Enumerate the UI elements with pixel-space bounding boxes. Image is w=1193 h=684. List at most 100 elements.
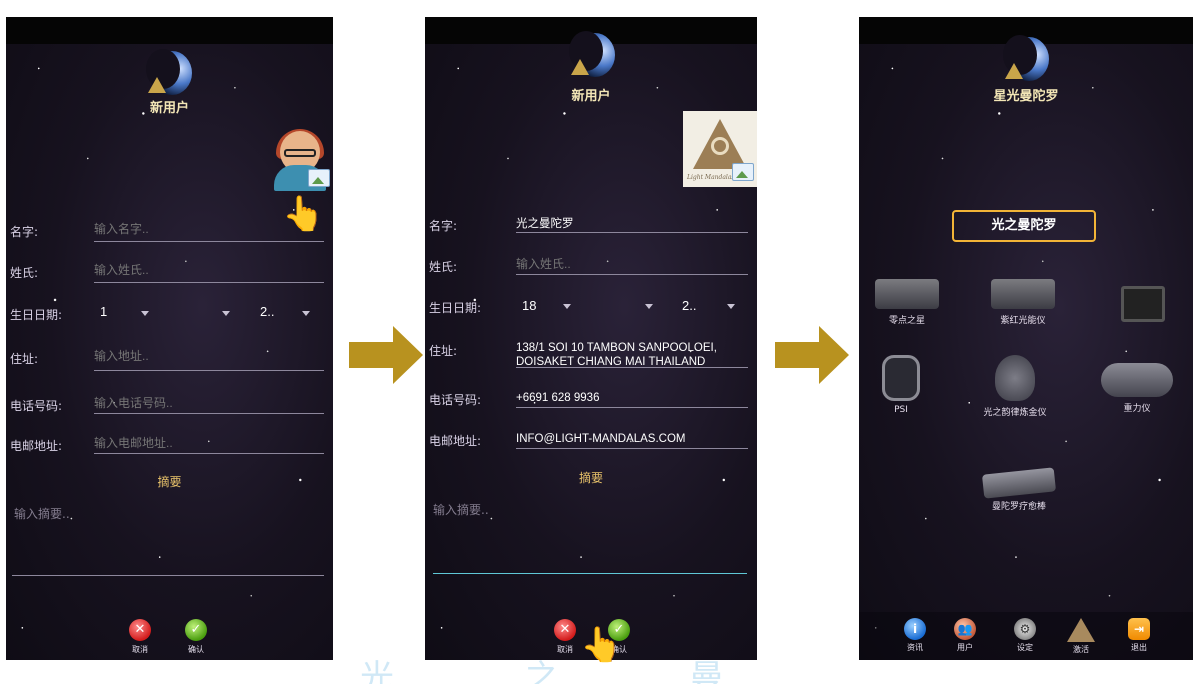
address-label: 住址:	[429, 344, 458, 358]
last-name-underline	[94, 282, 324, 283]
users-icon: 👥	[954, 618, 976, 640]
gear-icon: ⚙	[1014, 618, 1036, 640]
summary-heading: 摘要	[578, 471, 603, 485]
status-bar	[6, 17, 333, 44]
flow-arrow-icon	[775, 326, 851, 386]
confirm-check-icon: ✓	[185, 619, 207, 641]
address-label: 住址:	[10, 352, 39, 366]
flow-arrow-icon	[349, 326, 425, 386]
confirm-label: 确认	[188, 645, 204, 654]
tab-exit[interactable]: ⇥ 退出	[1119, 618, 1159, 653]
summary-input[interactable]: 输入摘要..	[14, 505, 70, 522]
tab-activate[interactable]: 激活	[1061, 618, 1101, 655]
address-input[interactable]: 138/1 SOI 10 TAMBON SANPOOLOEI, DOISAKET…	[516, 341, 750, 367]
chevron-down-icon	[302, 311, 310, 316]
tab-label: 退出	[1131, 643, 1147, 652]
tab-label: 用户	[957, 643, 973, 652]
birthday-month-value: 2..	[260, 304, 275, 319]
first-name-input[interactable]	[94, 222, 324, 236]
chevron-down-icon	[563, 304, 571, 309]
chevron-down-icon	[727, 304, 735, 309]
phone-underline	[516, 407, 748, 408]
last-name-input[interactable]	[94, 263, 324, 277]
device-tile[interactable]: 光之韵律炼金仪	[973, 355, 1057, 418]
device-label: 紫红光能仪	[1000, 316, 1046, 326]
birthday-label: 生日日期:	[429, 301, 482, 315]
birthday-label: 生日日期:	[10, 308, 63, 322]
tab-label: 激活	[1073, 645, 1089, 654]
box-device-icon	[875, 279, 939, 309]
tab-info[interactable]: i 资讯	[895, 618, 935, 653]
device-tile[interactable]: 零点之星	[865, 269, 949, 326]
change-photo-icon[interactable]	[308, 169, 330, 187]
scanner-icon	[1121, 286, 1165, 322]
page-title: 新用户	[571, 89, 611, 104]
first-name-label: 名字:	[10, 225, 39, 239]
tab-settings[interactable]: ⚙ 设定	[1005, 618, 1045, 653]
cancel-label: 取消	[132, 645, 148, 654]
email-label: 电邮地址:	[429, 434, 482, 448]
device-tile[interactable]: 曼陀罗疗愈棒	[977, 457, 1061, 512]
first-name-input[interactable]: 光之曼陀罗	[516, 217, 574, 231]
photo-caption: Light Mandalas	[687, 174, 735, 181]
app-logo-icon	[569, 31, 615, 81]
page-title: 新用户	[149, 101, 189, 116]
pod-device-icon	[1101, 363, 1173, 397]
last-name-input[interactable]	[516, 257, 748, 271]
device-tile[interactable]: 重力仪	[1095, 355, 1179, 414]
psi-frame-icon	[882, 355, 920, 401]
wand-icon	[981, 467, 1057, 499]
exit-icon: ⇥	[1128, 618, 1150, 640]
chevron-down-icon	[141, 311, 149, 316]
phone-label: 电话号码:	[429, 393, 482, 407]
phone-underline	[94, 413, 324, 414]
home-screen: 星光曼陀罗 光之曼陀罗 零点之星 紫红光能仪 扫描仪 PSI 光之韵律炼金仪 重…	[859, 17, 1193, 660]
cancel-icon: ✕	[129, 619, 151, 641]
birthday-day-value: 18	[522, 298, 537, 313]
change-photo-icon[interactable]	[732, 163, 754, 181]
address-input[interactable]	[94, 349, 324, 363]
summary-underline	[433, 573, 747, 574]
first-name-underline	[94, 241, 324, 242]
birthday-day-value: 1	[100, 304, 108, 319]
phone-input[interactable]	[94, 396, 324, 410]
summary-input[interactable]: 输入摘要..	[433, 501, 489, 518]
watermark-logo: 光 之 曼 陀	[360, 658, 784, 684]
tab-users[interactable]: 👥 用户	[945, 618, 985, 653]
device-label: 零点之星	[888, 316, 925, 326]
first-name-label: 名字:	[429, 219, 458, 233]
birthday-month-value: 2..	[682, 298, 697, 313]
device-label: 曼陀罗疗愈棒	[991, 502, 1046, 512]
app-logo-icon	[146, 49, 192, 99]
page-title: 星光曼陀罗	[993, 89, 1059, 104]
address-underline	[94, 370, 324, 371]
new-user-screen-filled: 新用户 Light Mandalas 名字: 光之曼陀罗 姓氏: 生日日期: 1…	[425, 17, 757, 660]
email-input[interactable]	[94, 436, 324, 450]
tab-label: 设定	[1017, 643, 1033, 652]
cancel-button[interactable]: ✕ 取消	[120, 619, 160, 655]
bottom-tab-bar: i 资讯 👥 用户 ⚙ 设定 激活 ⇥ 退出	[859, 612, 1193, 660]
app-logo-icon	[1003, 35, 1049, 85]
pyramid-icon	[1067, 618, 1095, 642]
email-input[interactable]: INFO@LIGHT-MANDALAS.COM	[516, 432, 686, 446]
chevron-down-icon	[645, 304, 653, 309]
new-user-screen-empty: 新用户 👆 名字: 姓氏: 生日日期: 1 2.. 住址: 电话号码: 电邮地址…	[6, 17, 333, 660]
address-underline	[516, 367, 748, 368]
device-tile[interactable]: 紫红光能仪	[981, 269, 1065, 326]
current-user-name[interactable]: 光之曼陀罗	[952, 210, 1096, 242]
summary-underline	[12, 575, 324, 576]
phone-input[interactable]: +6691 628 9936	[516, 391, 599, 405]
cancel-icon: ✕	[554, 619, 576, 641]
box-device-icon	[991, 279, 1055, 309]
confirm-button[interactable]: ✓ 确认	[176, 619, 216, 655]
info-icon: i	[904, 618, 926, 640]
device-label: 重力仪	[1123, 404, 1151, 414]
device-label: PSI	[894, 405, 908, 415]
last-name-underline	[516, 274, 748, 275]
device-tile[interactable]: PSI	[859, 355, 943, 415]
email-underline	[94, 453, 324, 454]
device-tile[interactable]: 扫描仪	[1101, 269, 1185, 322]
phone-label: 电话号码:	[10, 399, 63, 413]
first-name-underline	[516, 232, 748, 233]
last-name-label: 姓氏:	[429, 260, 458, 274]
